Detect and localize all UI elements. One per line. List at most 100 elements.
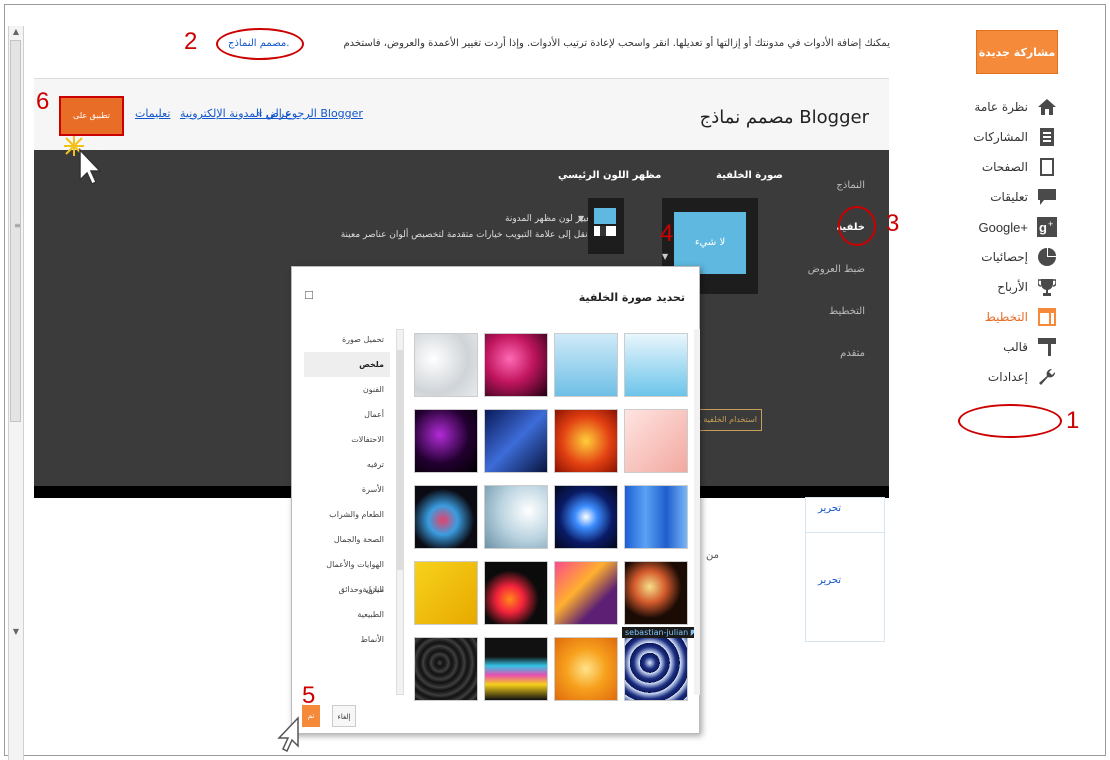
bg-tile-1[interactable] bbox=[414, 333, 478, 397]
bg-tile-9[interactable] bbox=[414, 485, 478, 549]
category-food[interactable]: الطعام والشراب bbox=[304, 502, 390, 527]
annotation-5: 5 bbox=[302, 682, 316, 709]
image-credit-badge: sebastian-julian ◤ bbox=[622, 627, 700, 638]
annotation-ring-3 bbox=[838, 206, 876, 246]
bg-tile-18[interactable] bbox=[484, 637, 548, 701]
new-post-button[interactable]: مشاركة جديدة bbox=[976, 30, 1058, 74]
menu-layout[interactable]: التخطيط bbox=[829, 306, 865, 317]
scroll-up-icon[interactable]: ▲ bbox=[10, 26, 22, 38]
sidebar-item-label: نظرة عامة bbox=[974, 100, 1028, 114]
annotation-1: 1 bbox=[1066, 407, 1080, 434]
stats-icon bbox=[1036, 246, 1058, 268]
sidebar-item-label: التخطيط bbox=[984, 310, 1028, 324]
image-grid-scrollbar[interactable] bbox=[694, 329, 700, 695]
page-scrollbar[interactable]: ▲ ≡ ▼ bbox=[8, 26, 24, 760]
sidebar-item-pages[interactable]: الصفحات bbox=[908, 152, 1058, 182]
wrench-icon bbox=[1036, 366, 1058, 388]
category-business[interactable]: أعمال bbox=[304, 402, 390, 427]
help-link[interactable]: تعليمات bbox=[135, 107, 170, 120]
bg-tile-8[interactable] bbox=[624, 409, 688, 473]
sidebar-item-label: الصفحات bbox=[981, 160, 1028, 174]
annotation-2: 2 bbox=[184, 28, 198, 55]
category-arts[interactable]: الفنون bbox=[304, 377, 390, 402]
apply-to-blog-button[interactable]: تطبيق على المدونة bbox=[59, 96, 124, 156]
grip-icon: ≡ bbox=[14, 221, 21, 230]
sidebar-item-posts[interactable]: المشاركات bbox=[908, 122, 1058, 152]
category-health[interactable]: الصحة والجمال bbox=[304, 527, 390, 552]
sidebar-item-settings[interactable]: إعدادات bbox=[908, 362, 1058, 392]
sidebar-item-earnings[interactable]: الأرباح bbox=[908, 272, 1058, 302]
main-color-thumbnail[interactable] bbox=[588, 198, 624, 254]
bg-tile-7[interactable] bbox=[554, 409, 618, 473]
bg-tile-15[interactable] bbox=[554, 561, 618, 625]
dialog-close-icon[interactable]: ☐ bbox=[304, 289, 314, 302]
bg-tile-6[interactable] bbox=[484, 409, 548, 473]
cancel-button[interactable]: إلغاء bbox=[332, 705, 356, 727]
edit-link-1[interactable]: تحرير bbox=[818, 503, 841, 514]
category-scrollbar[interactable] bbox=[396, 329, 404, 695]
menu-templates[interactable]: النماذج bbox=[836, 180, 865, 191]
sidebar-item-label: إعدادات bbox=[987, 370, 1028, 384]
bg-tile-12[interactable] bbox=[624, 485, 688, 549]
edit-link-2[interactable]: تحرير bbox=[818, 575, 841, 586]
bg-tile-2[interactable] bbox=[484, 333, 548, 397]
category-entertainment[interactable]: ترفيه bbox=[304, 452, 390, 477]
bg-tile-11[interactable] bbox=[554, 485, 618, 549]
background-image-dialog: تحديد صورة الخلفية ☐ تحميل صورة ملخص الف… bbox=[291, 266, 700, 734]
sidebar-item-template[interactable]: قالب bbox=[908, 332, 1058, 362]
bg-tile-13[interactable] bbox=[414, 561, 478, 625]
bg-tile-3[interactable] bbox=[554, 333, 618, 397]
category-upload[interactable]: تحميل صورة bbox=[304, 327, 390, 352]
category-home[interactable]: منازل وحدائق bbox=[304, 577, 390, 602]
bg-tile-16[interactable] bbox=[624, 561, 688, 625]
background-none-preview: لا شيء bbox=[674, 212, 746, 274]
comments-icon bbox=[1036, 186, 1058, 208]
designer-header: مصمم نماذج Blogger تطبيق على المدونة تعل… bbox=[34, 78, 889, 156]
layout-widget-panel: تحرير من تحرير bbox=[706, 497, 885, 642]
sidebar-item-layout[interactable]: التخطيط bbox=[908, 302, 1058, 332]
scroll-thumb[interactable]: ≡ bbox=[10, 40, 21, 422]
sidebar-item-label: الأرباح bbox=[997, 280, 1028, 294]
bg-tile-5[interactable] bbox=[414, 409, 478, 473]
click-sparkle-icon bbox=[62, 134, 106, 191]
bg-tile-17[interactable] bbox=[414, 637, 478, 701]
bg-tile-20[interactable] bbox=[624, 637, 688, 701]
sidebar-item-google-plus[interactable]: Google+ g + bbox=[908, 212, 1058, 242]
panel-divider bbox=[806, 532, 884, 533]
color-desc-line2: انقل إلى علامة التبويب خيارات متقدمة لتخ… bbox=[340, 230, 593, 240]
google-plus-icon: g + bbox=[1036, 216, 1058, 238]
bg-tile-14[interactable] bbox=[484, 561, 548, 625]
category-hobbies[interactable]: الهوايات والأعمال اليدوية bbox=[304, 552, 390, 594]
color-swatch-blue bbox=[594, 208, 616, 224]
category-abstract[interactable]: ملخص bbox=[304, 352, 390, 377]
bg-dropdown-icon[interactable]: ▼ bbox=[662, 252, 668, 261]
category-nature[interactable]: الطبيعية bbox=[304, 602, 390, 627]
intro-text: يمكنك إضافة الأدوات في مدونتك أو إزالتها… bbox=[306, 38, 890, 49]
menu-advanced[interactable]: متقدم bbox=[840, 348, 865, 359]
trophy-icon bbox=[1036, 276, 1058, 298]
scroll-down-icon[interactable]: ▼ bbox=[10, 626, 22, 638]
bg-tile-10[interactable] bbox=[484, 485, 548, 549]
sidebar-item-comments[interactable]: تعليقات bbox=[908, 182, 1058, 212]
cursor-icon bbox=[276, 716, 302, 759]
svg-text:g: g bbox=[1039, 220, 1047, 235]
bg-tile-4[interactable] bbox=[624, 333, 688, 397]
intro-body: يمكنك إضافة الأدوات في مدونتك أو إزالتها… bbox=[343, 38, 890, 49]
category-family[interactable]: الأسرة bbox=[304, 477, 390, 502]
pages-icon bbox=[1036, 156, 1058, 178]
category-scroll-thumb[interactable] bbox=[397, 350, 403, 570]
sidebar-item-overview[interactable]: نظرة عامة bbox=[908, 92, 1058, 122]
image-credit-text: sebastian-julian bbox=[625, 628, 689, 637]
category-celebrations[interactable]: الاحتفالات bbox=[304, 427, 390, 452]
menu-adjust-widths[interactable]: ضبط العروض bbox=[808, 264, 865, 275]
back-to-blogger-link[interactable]: « الرجوع إلى Blogger bbox=[256, 107, 363, 120]
color-dropdown-icon[interactable]: ▼ bbox=[578, 214, 584, 223]
bg-tile-19[interactable] bbox=[554, 637, 618, 701]
annotation-3: 3 bbox=[886, 210, 900, 237]
sidebar-item-stats[interactable]: إحصائيات bbox=[908, 242, 1058, 272]
category-patterns[interactable]: الأنماط bbox=[304, 627, 390, 652]
template-icon bbox=[1036, 336, 1058, 358]
sidebar-item-label: إحصائيات bbox=[981, 250, 1028, 264]
annotation-6: 6 bbox=[36, 88, 50, 115]
annotation-4: 4 bbox=[660, 220, 674, 247]
